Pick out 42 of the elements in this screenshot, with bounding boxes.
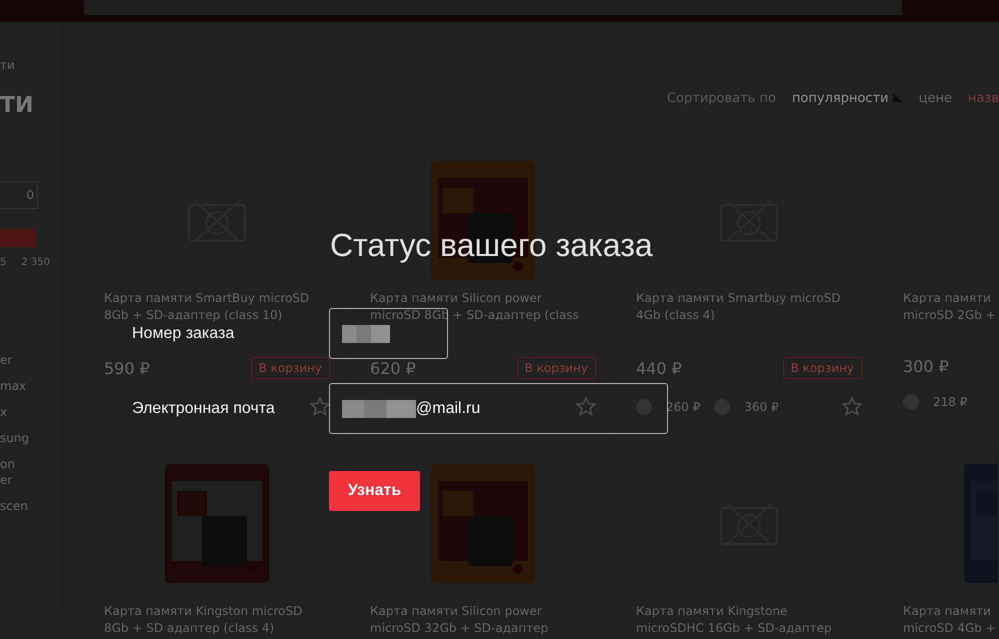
sort-option[interactable]: цене	[918, 90, 952, 106]
category-title: ТИ	[0, 93, 34, 119]
modal-title: Статус вашего заказа	[330, 226, 653, 265]
search-field[interactable]	[84, 0, 902, 15]
breadcrumb[interactable]: ти	[0, 58, 15, 73]
field-label: Номер заказа	[132, 324, 234, 342]
product-price: 590 ₽	[104, 358, 150, 378]
brand-option[interactable]: sung	[0, 430, 30, 446]
bonus-price: 360 ₽	[744, 400, 779, 414]
range-label: 5	[0, 257, 6, 268]
sort-option[interactable]: популярности	[792, 90, 903, 106]
product-title[interactable]: Карта памяти microSD 2Gb +	[903, 290, 996, 324]
submit-button[interactable]: Узнать	[329, 471, 420, 511]
bonus-price: 218 ₽	[933, 395, 968, 409]
brand-option[interactable]: max	[0, 378, 26, 394]
brand-option[interactable]: er	[0, 352, 12, 368]
sort-label: Сортировать по	[666, 90, 776, 106]
cart-button[interactable]: В корзину	[516, 357, 596, 379]
product-price: 440 ₽	[636, 358, 682, 378]
field-label: Электронная почта	[132, 400, 275, 418]
star-icon[interactable]	[310, 397, 330, 416]
input-field[interactable]	[329, 308, 448, 359]
brand-option[interactable]: scen	[0, 498, 28, 514]
product-price: 300 ₽	[903, 357, 949, 376]
brand-option[interactable]: on er	[0, 456, 15, 488]
product-title[interactable]: Карта памяти Kingstone microSDHC 16Gb + SD-адаптер	[636, 603, 832, 637]
cart-button[interactable]: В корзину	[250, 357, 330, 379]
price-slider[interactable]	[0, 229, 36, 247]
range-label: 2 350	[21, 257, 50, 268]
product-title[interactable]: Карта памяти Silicon power microSD 32Gb + SD-адаптер	[370, 603, 548, 637]
product-price: 620 ₽	[370, 358, 416, 378]
product-title[interactable]: Карта памяти Smartbuy microSD 4Gb (class 4)	[636, 290, 841, 324]
price-field[interactable]: 0	[0, 181, 38, 209]
cart-button[interactable]: В корзину	[782, 357, 862, 379]
product-title[interactable]: Карта памяти Kingston microSD 8Gb + SD адаптер (class 4)	[104, 603, 302, 637]
product-title[interactable]: Карта памяти SmartBuy microSD 8Gb + SD-адаптер (class 10)	[104, 290, 310, 324]
star-icon[interactable]	[842, 397, 862, 416]
star-icon[interactable]	[576, 397, 596, 416]
input-field[interactable]: @mail.ru	[329, 383, 668, 434]
brand-option[interactable]: x	[0, 404, 8, 420]
sort-option[interactable]: назв	[968, 90, 999, 106]
product-title[interactable]: Карта памяти microSD 4Gb +	[903, 603, 996, 637]
